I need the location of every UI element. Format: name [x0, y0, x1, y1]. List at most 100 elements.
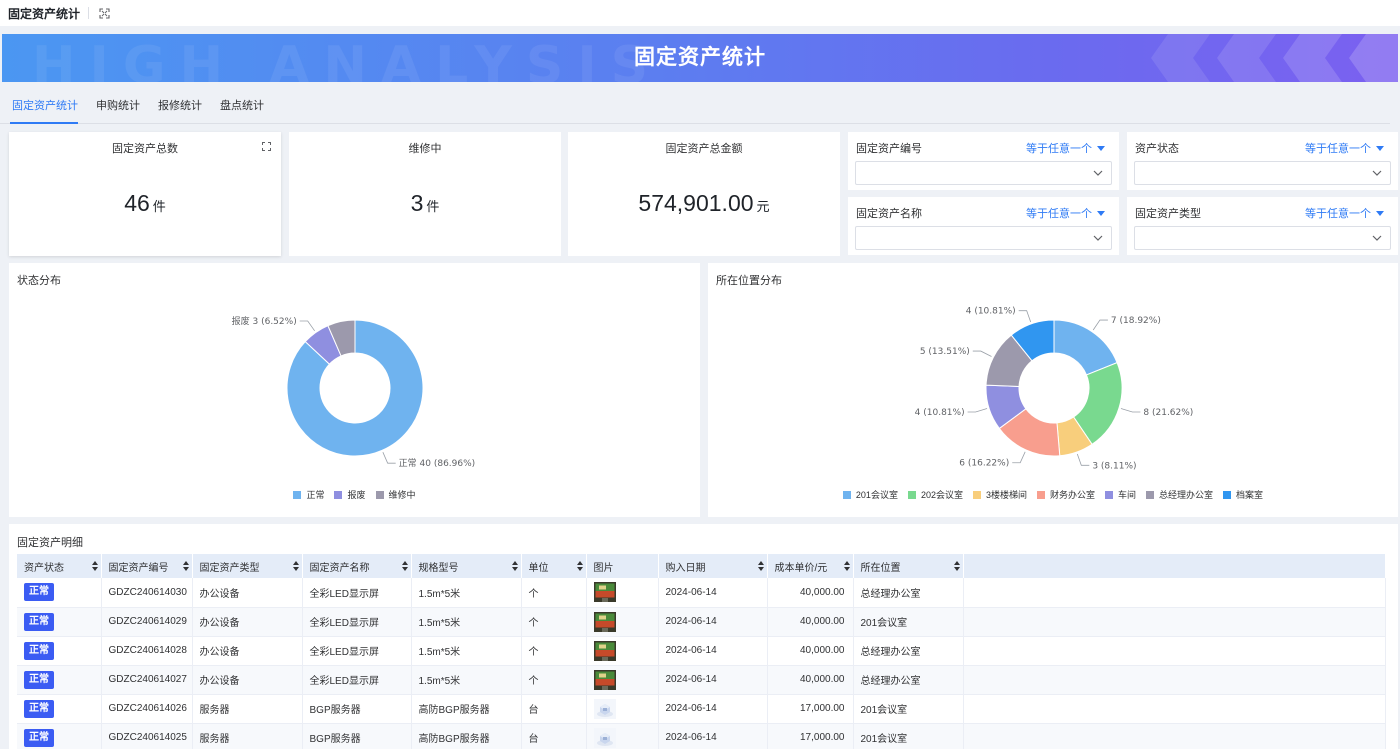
table-row[interactable]: 正常 GDZC240614027 办公设备 全彩LED显示屏 1.5m*5米个 2024…: [17, 665, 1386, 695]
cell-date: 2024-06-14: [658, 665, 768, 695]
cell-type: 办公设备: [192, 578, 303, 608]
column-header-code[interactable]: 固定资产编号: [101, 554, 193, 578]
cell-spec: 1.5m*5米: [411, 607, 522, 637]
cell-code: GDZC240614029: [101, 607, 193, 637]
column-header-spec[interactable]: 规格型号: [411, 554, 522, 578]
table-row[interactable]: 正常 GDZC240614030 办公设备 全彩LED显示屏 1.5m*5米个 2024…: [17, 578, 1386, 608]
legend-label: 财务办公室: [1050, 490, 1096, 500]
cell-spec: 1.5m*5米: [411, 578, 522, 608]
filter-label: 固定资产名称: [856, 208, 922, 220]
asset-detail-table: 资产状态 固定资产编号 固定资产类型 固定资产名称 规格型号 单位 图片 购入日…: [17, 554, 1386, 749]
cell-status: 正常: [17, 694, 102, 724]
expand-icon[interactable]: [262, 142, 271, 151]
column-header-unit[interactable]: 单位: [521, 554, 587, 578]
table-row[interactable]: 正常 GDZC240614028 办公设备 全彩LED显示屏 1.5m*5米个 2024…: [17, 636, 1386, 666]
status-badge: 正常: [24, 612, 54, 631]
cell-image: [586, 636, 659, 666]
led-screen-thumbnail[interactable]: [593, 611, 616, 632]
filter-asset-code: 固定资产编号 等于任意一个: [848, 132, 1119, 190]
legend-item[interactable]: 总经理办公室: [1146, 488, 1213, 501]
stat-amount-number: 574,901.00: [638, 190, 754, 216]
filter-operator-dropdown[interactable]: 等于任意一个: [1026, 205, 1105, 221]
cell-filler: [963, 636, 1386, 666]
slice-data-label: 3 (8.11%): [1092, 461, 1136, 471]
filter-operator-dropdown[interactable]: 等于任意一个: [1026, 140, 1105, 156]
table-row[interactable]: 正常 GDZC240614026 服务器 BGP服务器 高防BGP服务器台 2024-0…: [17, 694, 1386, 724]
cell-spec: 高防BGP服务器: [411, 723, 522, 749]
top-bar: 固定资产统计: [0, 0, 1400, 26]
status-donut-chart: 正常 40 (86.96%) 报废 3 (6.52%): [232, 315, 476, 469]
cell-unit: 个: [521, 578, 587, 608]
legend-item[interactable]: 车间: [1105, 488, 1136, 501]
cell-location: 总经理办公室: [853, 578, 964, 608]
tab-purchase-stats[interactable]: 申购统计: [84, 92, 140, 123]
legend-swatch: [972, 490, 981, 499]
cell-name: 全彩LED显示屏: [302, 578, 412, 608]
filter-operator-dropdown[interactable]: 等于任意一个: [1305, 205, 1384, 221]
fullscreen-icon[interactable]: [99, 7, 110, 19]
legend-item[interactable]: 201会议室: [842, 488, 898, 501]
column-header-label: 单位: [528, 562, 549, 574]
legend-item[interactable]: 财务办公室: [1037, 488, 1095, 501]
server-thumbnail[interactable]: [593, 698, 616, 719]
column-header-location[interactable]: 所在位置: [853, 554, 964, 578]
cell-spec: 1.5m*5米: [411, 636, 522, 666]
filter-asset-name: 固定资产名称 等于任意一个: [848, 197, 1119, 255]
legend-item[interactable]: 正常: [293, 488, 324, 501]
column-header-label: 固定资产名称: [309, 562, 370, 574]
cell-code: GDZC240614026: [101, 694, 193, 724]
column-header-label: 固定资产编号: [108, 562, 169, 574]
tab-repair-stats[interactable]: 报修统计: [146, 92, 202, 123]
legend-item[interactable]: 202会议室: [907, 488, 963, 501]
column-header-name[interactable]: 固定资产名称: [302, 554, 412, 578]
led-screen-thumbnail[interactable]: [593, 669, 616, 690]
table-row[interactable]: 正常 GDZC240614029 办公设备 全彩LED显示屏 1.5m*5米个 2024…: [17, 607, 1386, 637]
tab-asset-stats[interactable]: 固定资产统计: [0, 92, 78, 124]
stat-repair-value: 3件: [289, 190, 561, 217]
cell-image: [586, 607, 659, 637]
tab-inventory-stats[interactable]: 盘点统计: [208, 92, 264, 123]
column-header-image: 图片: [586, 554, 659, 578]
column-header-label: 成本单价/元: [774, 562, 828, 574]
cell-name: 全彩LED显示屏: [302, 636, 412, 666]
legend-item[interactable]: 维修中: [375, 488, 416, 501]
column-header-type[interactable]: 固定资产类型: [192, 554, 303, 578]
legend-label: 档案室: [1236, 490, 1264, 500]
table-row[interactable]: 正常 GDZC240614025 服务器 BGP服务器 高防BGP服务器台 2024-0…: [17, 723, 1386, 749]
cell-image: [586, 578, 659, 608]
slice-data-label: 7 (18.92%): [1111, 316, 1161, 326]
led-screen-thumbnail[interactable]: [593, 582, 616, 603]
location-chart-legend: 201会议室 202会议室 3楼楼梯间 财务办公室 车间 总经理办公室 档案室: [708, 488, 1398, 501]
led-screen-thumbnail[interactable]: [593, 640, 616, 661]
status-badge: 正常: [24, 670, 54, 689]
column-header-status[interactable]: 资产状态: [17, 554, 102, 578]
asset-code-select[interactable]: [855, 161, 1112, 185]
legend-label: 车间: [1118, 490, 1137, 500]
column-header-price[interactable]: 成本单价/元: [767, 554, 854, 578]
cell-date: 2024-06-14: [658, 607, 768, 637]
cell-location: 201会议室: [853, 607, 964, 637]
legend-item[interactable]: 档案室: [1223, 488, 1263, 501]
stat-card-total: 固定资产总数 46 件: [9, 132, 281, 256]
column-header-label: 所在位置: [860, 562, 901, 574]
filter-operator-dropdown[interactable]: 等于任意一个: [1305, 140, 1384, 156]
cell-type: 办公设备: [192, 636, 303, 666]
legend-item[interactable]: 报废: [334, 488, 366, 501]
asset-status-select[interactable]: [1134, 161, 1391, 185]
legend-swatch: [907, 490, 916, 499]
filter-label: 资产状态: [1135, 143, 1179, 155]
cell-date: 2024-06-14: [658, 578, 768, 608]
cell-price: 40,000.00: [767, 607, 854, 637]
asset-type-select[interactable]: [1134, 226, 1391, 250]
column-header-label: 购入日期: [665, 562, 706, 574]
cell-filler: [963, 578, 1386, 608]
page-title: 固定资产统计: [8, 6, 81, 21]
slice-label-leader: [967, 408, 988, 413]
asset-name-select[interactable]: [855, 226, 1112, 250]
chevron-down-icon: [1372, 235, 1382, 241]
column-header-date[interactable]: 购入日期: [658, 554, 768, 578]
chevron-down-icon: [1093, 170, 1103, 176]
server-thumbnail[interactable]: [593, 727, 616, 748]
location-donut-chart: 7 (18.92%) 8 (21.62%) 3 (8.11%) 6 (16.22%) 4…: [915, 307, 1194, 472]
legend-item[interactable]: 3楼楼梯间: [972, 488, 1027, 501]
